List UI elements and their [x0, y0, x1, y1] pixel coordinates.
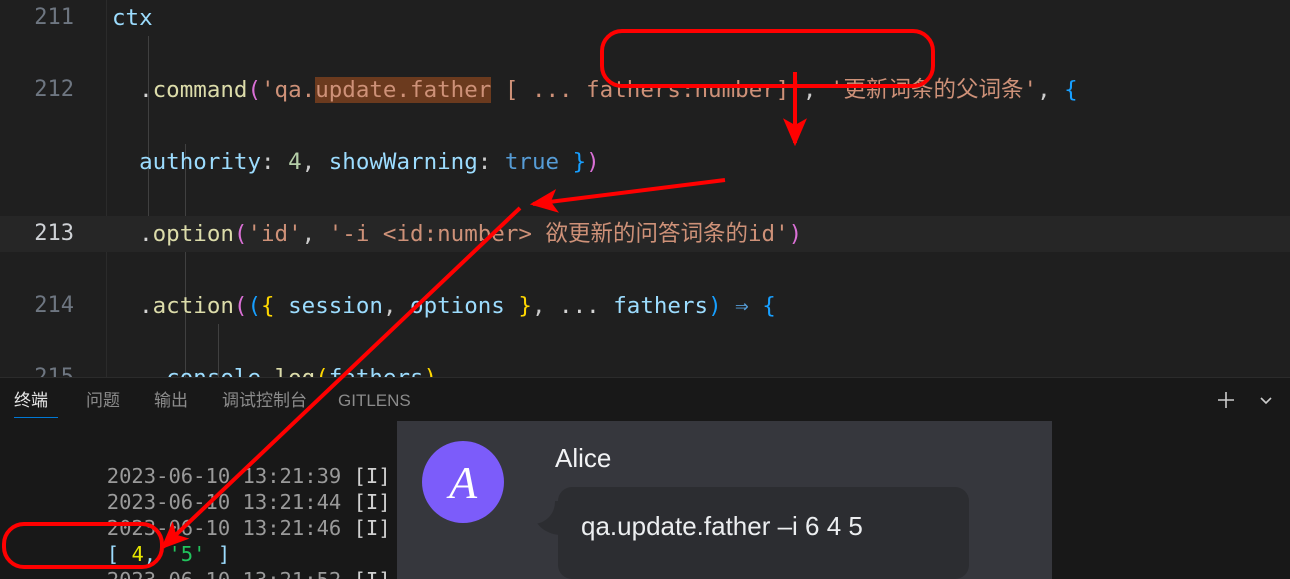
code-line[interactable]: 214 .action(({ session, options }, ... f… — [0, 288, 1290, 324]
line-content: .option('id', '-i <id:number> 欲更新的问答词条的i… — [112, 221, 803, 247]
tab-label: 调试控制台 — [222, 391, 307, 410]
terminal-level: [I] — [354, 568, 391, 579]
line-content: ctx — [112, 5, 153, 31]
line-number: 211 — [34, 5, 74, 30]
line-number: 214 — [34, 293, 74, 318]
plus-icon — [1218, 392, 1234, 408]
line-content: .command('qa.update.father [ ... fathers… — [112, 77, 1078, 103]
line-number: 212 — [34, 77, 74, 102]
avatar: A — [422, 441, 504, 523]
panel-tab-bar: 终端 问题 输出 调试控制台 GITLENS — [0, 378, 1290, 422]
active-tab-underline — [14, 416, 58, 418]
chat-username: Alice — [555, 443, 612, 473]
terminal-timestamp: 2023-06-10 13:21:52 — [107, 568, 342, 579]
chat-overlay: A Alice qa.update.father –i 6 4 5 — [397, 421, 1052, 579]
line-number: 215 — [0, 360, 74, 377]
line-number: 213 — [34, 221, 74, 246]
code-line-active[interactable]: 213 .option('id', '-i <id:number> 欲更新的问答… — [0, 216, 1290, 252]
line-content: authority: 4, showWarning: true }) — [112, 149, 600, 175]
code-line-wrapped[interactable]: authority: 4, showWarning: true }) — [0, 144, 1290, 180]
code-editor[interactable]: 211 ctx 212 .command('qa.update.father [… — [0, 0, 1290, 377]
tab-gitlens[interactable]: GITLENS — [338, 378, 411, 422]
tab-output[interactable]: 输出 — [154, 378, 188, 422]
vscode-window: 211 ctx 212 .command('qa.update.father [… — [0, 0, 1290, 579]
code-line[interactable]: 215 console.log(fathers) — [0, 360, 1290, 377]
line-content: .action(({ session, options }, ... fathe… — [112, 293, 776, 319]
tab-label: 终端 — [14, 391, 48, 410]
panel-actions — [1212, 378, 1280, 422]
code-line[interactable]: 212 .command('qa.update.father [ ... fat… — [0, 72, 1290, 108]
chevron-down-icon — [1260, 397, 1272, 405]
tab-debug-console[interactable]: 调试控制台 — [222, 378, 307, 422]
code-line[interactable]: 211 ctx — [0, 0, 1290, 36]
new-terminal-button[interactable] — [1212, 386, 1240, 414]
tab-label: 问题 — [86, 391, 120, 410]
tab-label: GITLENS — [338, 391, 411, 410]
chat-message: qa.update.father –i 6 4 5 — [581, 511, 863, 541]
tab-label: 输出 — [154, 391, 188, 410]
line-content: console.log(fathers) — [112, 360, 437, 377]
code-rows: 211 ctx 212 .command('qa.update.father [… — [0, 0, 1290, 377]
tab-problems[interactable]: 问题 — [86, 378, 120, 422]
tab-terminal[interactable]: 终端 — [14, 378, 58, 422]
panel-more-button[interactable] — [1252, 386, 1280, 414]
